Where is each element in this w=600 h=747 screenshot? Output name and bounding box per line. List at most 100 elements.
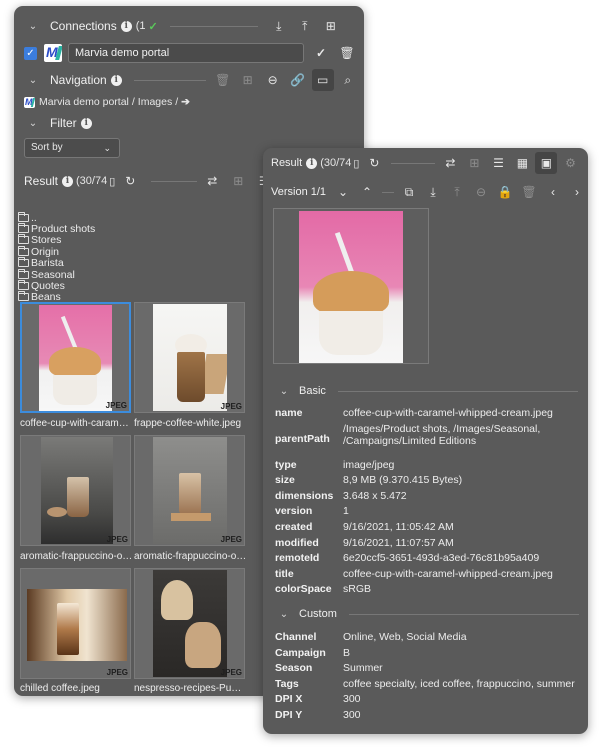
zoom-out-icon[interactable]: ⊖ xyxy=(470,181,492,203)
chevron-down-icon[interactable]: ⌄ xyxy=(332,181,354,203)
folder-icon xyxy=(18,268,29,279)
upload-icon[interactable]: ⤒ xyxy=(446,181,468,203)
file-type-badge: JPEG xyxy=(106,668,128,677)
thumbnail-image xyxy=(153,570,227,677)
download-icon[interactable]: ⤓ xyxy=(268,15,290,37)
folder-item[interactable]: Seasonal xyxy=(18,268,95,281)
connection-checkbox[interactable]: ✓ xyxy=(24,46,37,60)
folder-item[interactable]: Product shots xyxy=(18,223,95,235)
thumbnail-image xyxy=(153,304,227,411)
add-box-icon[interactable]: ⊞ xyxy=(227,170,249,192)
preview-image xyxy=(299,211,403,363)
result-title: Result xyxy=(271,157,303,169)
chevron-down-icon[interactable]: ⌄ xyxy=(277,609,291,620)
gear-icon[interactable]: ⚙ xyxy=(559,152,581,174)
link-icon[interactable]: 🔗 xyxy=(287,69,309,91)
cookies-shape xyxy=(47,507,67,517)
download-icon[interactable]: ⤓ xyxy=(422,181,444,203)
breadcrumb-folder[interactable]: Images xyxy=(138,96,172,108)
confirm-check-icon[interactable]: ✓ xyxy=(310,42,332,64)
trash-icon[interactable]: 🗑 xyxy=(212,69,234,91)
arrow-left-icon[interactable]: ‹ xyxy=(542,181,564,203)
sort-by-select[interactable]: Sort by ⌄ xyxy=(24,138,120,158)
thumbnail-caption: frappe-coffee-white.jpeg xyxy=(134,418,242,429)
filter-header: ⌄ Filter i xyxy=(14,114,364,132)
info-icon[interactable]: i xyxy=(62,175,74,187)
asset-thumbnail[interactable]: JPEG xyxy=(134,568,245,679)
zoom-out-icon[interactable]: ⊖ xyxy=(262,69,284,91)
breadcrumb-separator: / xyxy=(175,96,179,108)
divider xyxy=(391,162,436,164)
trash-icon[interactable]: 🗑 xyxy=(518,181,540,203)
external-link-icon[interactable]: ⧉ xyxy=(398,181,420,203)
divider xyxy=(337,390,578,392)
file-type-badge: JPEG xyxy=(220,402,242,411)
folder-item[interactable]: Origin xyxy=(18,245,95,258)
basic-section-header[interactable]: ⌄ Basic xyxy=(263,383,588,399)
search-icon[interactable]: ⌕ xyxy=(337,69,359,91)
folder-item[interactable]: Barista xyxy=(18,257,95,269)
add-box-icon[interactable]: ⊞ xyxy=(320,15,342,37)
folder-item[interactable]: Stores xyxy=(18,234,95,246)
marvia-logo-icon: M xyxy=(24,96,35,108)
trash-icon[interactable]: 🗑 xyxy=(336,42,358,64)
cup-shape xyxy=(161,580,193,620)
custom-section-title: Custom xyxy=(299,608,337,620)
glass-shape xyxy=(67,477,89,517)
asset-preview[interactable] xyxy=(273,208,429,364)
board-shape xyxy=(171,513,211,521)
refresh-icon[interactable]: ↻ xyxy=(363,152,385,174)
arrow-right-icon[interactable]: › xyxy=(566,181,588,203)
folder-icon xyxy=(18,234,29,245)
divider xyxy=(133,79,206,81)
chevron-down-icon[interactable]: ⌄ xyxy=(26,75,40,86)
sync-icon[interactable]: ⇄ xyxy=(439,152,461,174)
asset-thumbnail[interactable]: JPEG xyxy=(20,302,131,413)
connections-title: Connections xyxy=(50,19,117,33)
folder-icon xyxy=(18,245,29,256)
info-icon[interactable]: i xyxy=(110,74,122,86)
thumbnail-caption: coffee-cup-with-caramel-whipped-cream.jp… xyxy=(20,418,133,429)
version-toolbar: Version 1/1 ⌄ ⌃ ⧉ ⤓ ⤒ ⊖ 🔒 🗑 ‹ › xyxy=(263,181,588,203)
chevron-down-icon[interactable]: ⌄ xyxy=(277,386,291,397)
divider xyxy=(151,180,198,182)
file-type-badge: JPEG xyxy=(105,401,127,410)
info-icon[interactable]: i xyxy=(80,117,92,129)
refresh-icon[interactable]: ↻ xyxy=(119,170,141,192)
connection-name-input[interactable] xyxy=(68,43,304,63)
document-icon: ▯ xyxy=(109,175,116,188)
chevron-up-icon[interactable]: ⌃ xyxy=(356,181,378,203)
chevron-down-icon[interactable]: ⌄ xyxy=(26,118,40,129)
asset-thumbnail[interactable]: JPEG xyxy=(20,568,131,679)
folder-item[interactable]: .. xyxy=(18,211,95,224)
grid-view-icon[interactable]: ▦ xyxy=(511,152,533,174)
folder-icon[interactable]: ▭ xyxy=(311,69,334,91)
chevron-down-icon[interactable]: ⌄ xyxy=(26,21,40,32)
result-title: Result xyxy=(24,174,59,188)
divider xyxy=(382,191,395,193)
folder-item[interactable]: Quotes xyxy=(18,280,95,292)
thumbnail-image xyxy=(153,437,227,544)
thumbnail-caption: aromatic-frappuccino-on-table.jpeg xyxy=(20,551,133,562)
info-icon[interactable]: i xyxy=(306,157,318,169)
info-icon[interactable]: i xyxy=(120,20,132,32)
asset-thumbnail[interactable]: JPEG xyxy=(20,435,131,546)
breadcrumb-root[interactable]: Marvia demo portal xyxy=(39,96,129,108)
asset-thumbnail[interactable]: JPEG xyxy=(134,435,245,546)
lock-icon[interactable]: 🔒 xyxy=(494,181,516,203)
arrow-right-icon[interactable]: ➔ xyxy=(181,96,190,108)
detail-panel: Result i (30/74 ▯ ↻ ⇄ ⊞ ☰ ▦ ▣ ⚙ Version … xyxy=(263,148,588,734)
add-box-icon[interactable]: ⊞ xyxy=(237,69,259,91)
file-type-badge: JPEG xyxy=(106,535,128,544)
list-view-icon[interactable]: ☰ xyxy=(487,152,509,174)
detail-view-icon[interactable]: ▣ xyxy=(535,152,558,174)
sync-icon[interactable]: ⇄ xyxy=(201,170,223,192)
file-type-badge: JPEG xyxy=(220,668,242,677)
upload-icon[interactable]: ⤒ xyxy=(294,15,316,37)
asset-thumbnail[interactable]: JPEG xyxy=(134,302,245,413)
custom-section-header[interactable]: ⌄ Custom xyxy=(263,606,588,622)
breadcrumb: M Marvia demo portal / Images / ➔ xyxy=(14,95,364,109)
add-box-icon[interactable]: ⊞ xyxy=(463,152,485,174)
folder-icon xyxy=(18,223,29,234)
thumbnail-image xyxy=(41,437,113,544)
